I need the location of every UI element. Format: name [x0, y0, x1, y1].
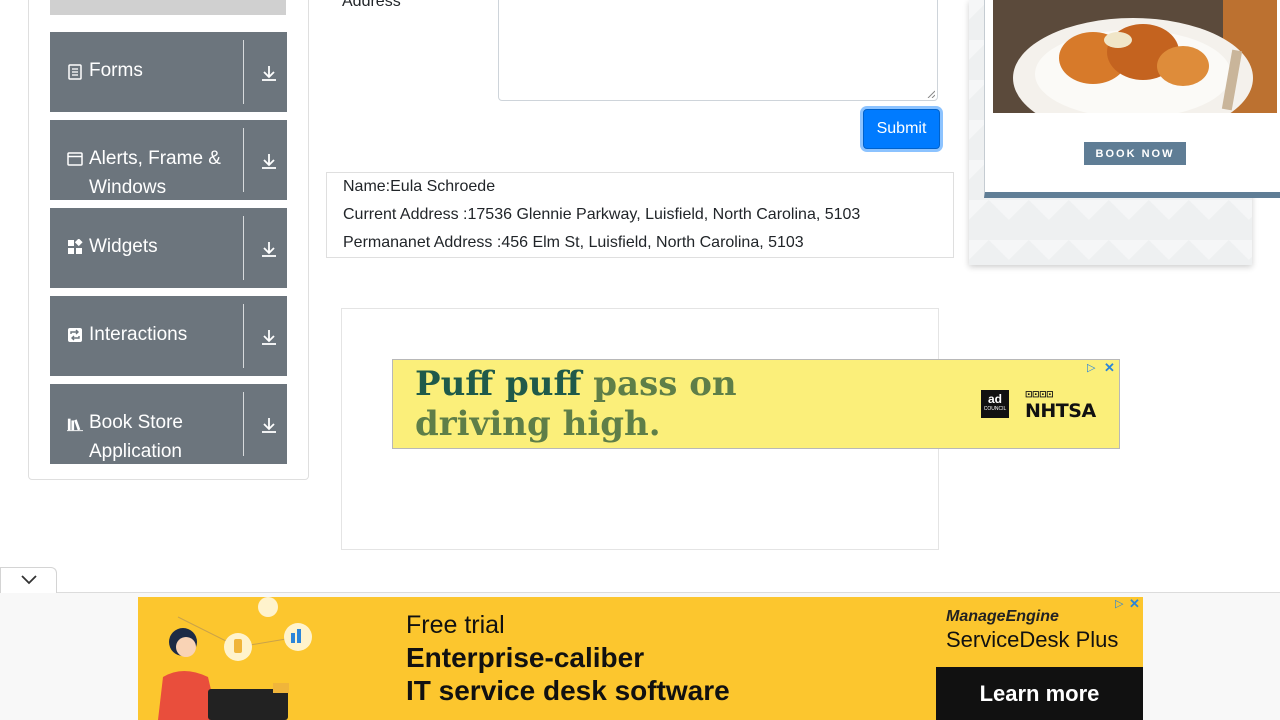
adchoices-icon[interactable]: ▷ [1115, 598, 1127, 610]
window-icon [67, 151, 83, 167]
servicedesk-product: ServiceDesk Plus [946, 627, 1119, 652]
sidebar-group-book-store[interactable]: Book Store Application [50, 384, 287, 464]
form-icon [67, 64, 83, 80]
download-icon[interactable] [259, 151, 279, 171]
nhtsa-logo-text: NHTSA [1025, 400, 1096, 422]
sidebar-group-widgets[interactable]: Widgets [50, 208, 287, 288]
sidebar-group-label: Widgets [89, 236, 158, 257]
sidebar-group-interactions[interactable]: Interactions [50, 296, 287, 376]
collapse-ad-tab[interactable] [0, 567, 57, 593]
food-plate-image [993, 0, 1277, 113]
banner-ad[interactable]: Puff puff pass on driving high. ad COUNC… [392, 359, 1120, 449]
bottom-ad[interactable]: Free trial Enterprise-caliber IT service… [138, 597, 1143, 720]
sidebar-group-alerts[interactable]: Alerts, Frame & Windows [50, 120, 287, 200]
permanent-address-textarea[interactable] [498, 0, 938, 101]
download-icon[interactable] [259, 63, 279, 83]
group-divider [243, 40, 244, 104]
output-permanent-address: Permananet Address :456 Elm St, Luisfiel… [343, 234, 804, 251]
sidebar-group-label: Book Store Application [89, 412, 183, 462]
adchoices-icon[interactable]: ▷ [1087, 362, 1099, 374]
nhtsa-logo-mark: ⊡⊡⊡⊡ [1025, 390, 1054, 400]
banner-ad-headline: Puff puff pass on driving high. [415, 364, 737, 444]
food-photo [993, 0, 1277, 113]
submit-button[interactable]: Submit [863, 109, 940, 149]
bottom-ad-line3: IT service desk software [406, 675, 730, 706]
banner-line2: driving high. [415, 404, 661, 444]
ad-council-logo: ad COUNCIL [981, 390, 1009, 418]
book-icon [67, 416, 83, 432]
sidebar-group-forms[interactable]: Forms [50, 32, 287, 112]
nhtsa-logo: ⊡⊡⊡⊡ NHTSA [1025, 390, 1096, 422]
download-icon[interactable] [259, 415, 279, 435]
interactions-icon [67, 327, 83, 343]
widgets-icon [67, 239, 83, 255]
group-divider [243, 304, 244, 368]
download-icon[interactable] [259, 327, 279, 347]
bottom-ad-line2: Enterprise-caliber [406, 642, 645, 673]
group-divider [243, 216, 244, 280]
close-icon[interactable]: ✕ [1129, 597, 1141, 610]
ad-council-logo-text: ad [987, 392, 1002, 406]
sidebar-group-label: Alerts, Frame & Windows [89, 148, 221, 198]
learn-more-button[interactable]: Learn more [936, 667, 1143, 720]
banner-line1-dark: Puff puff [415, 364, 582, 404]
close-icon[interactable]: ✕ [1104, 361, 1116, 374]
bottom-ad-line1: Free trial [406, 611, 505, 639]
support-agent-illustration [158, 597, 312, 720]
group-divider [243, 392, 244, 456]
manageengine-brand: ManageEngine [946, 608, 1059, 625]
permanent-address-label: Address [342, 0, 401, 10]
book-now-button[interactable]: BOOK NOW [1084, 142, 1186, 165]
output-name: Name:Eula Schroede [343, 178, 496, 195]
chevron-down-icon [21, 575, 37, 585]
group-divider [243, 128, 244, 192]
ad-council-logo-sub: COUNCIL [983, 406, 1007, 412]
resize-grip-icon[interactable] [927, 90, 935, 98]
download-icon[interactable] [259, 239, 279, 259]
sidebar-group-label: Forms [89, 60, 143, 81]
sidebar-top-strip [50, 0, 286, 15]
output-panel: Name:Eula Schroede Current Address :1753… [326, 172, 954, 258]
banner-line1-light: pass on [593, 364, 737, 404]
side-ad-card[interactable]: BOOK NOW [984, 0, 1280, 198]
sidebar-group-label: Interactions [89, 324, 188, 345]
output-current-address: Current Address :17536 Glennie Parkway, … [343, 206, 861, 223]
